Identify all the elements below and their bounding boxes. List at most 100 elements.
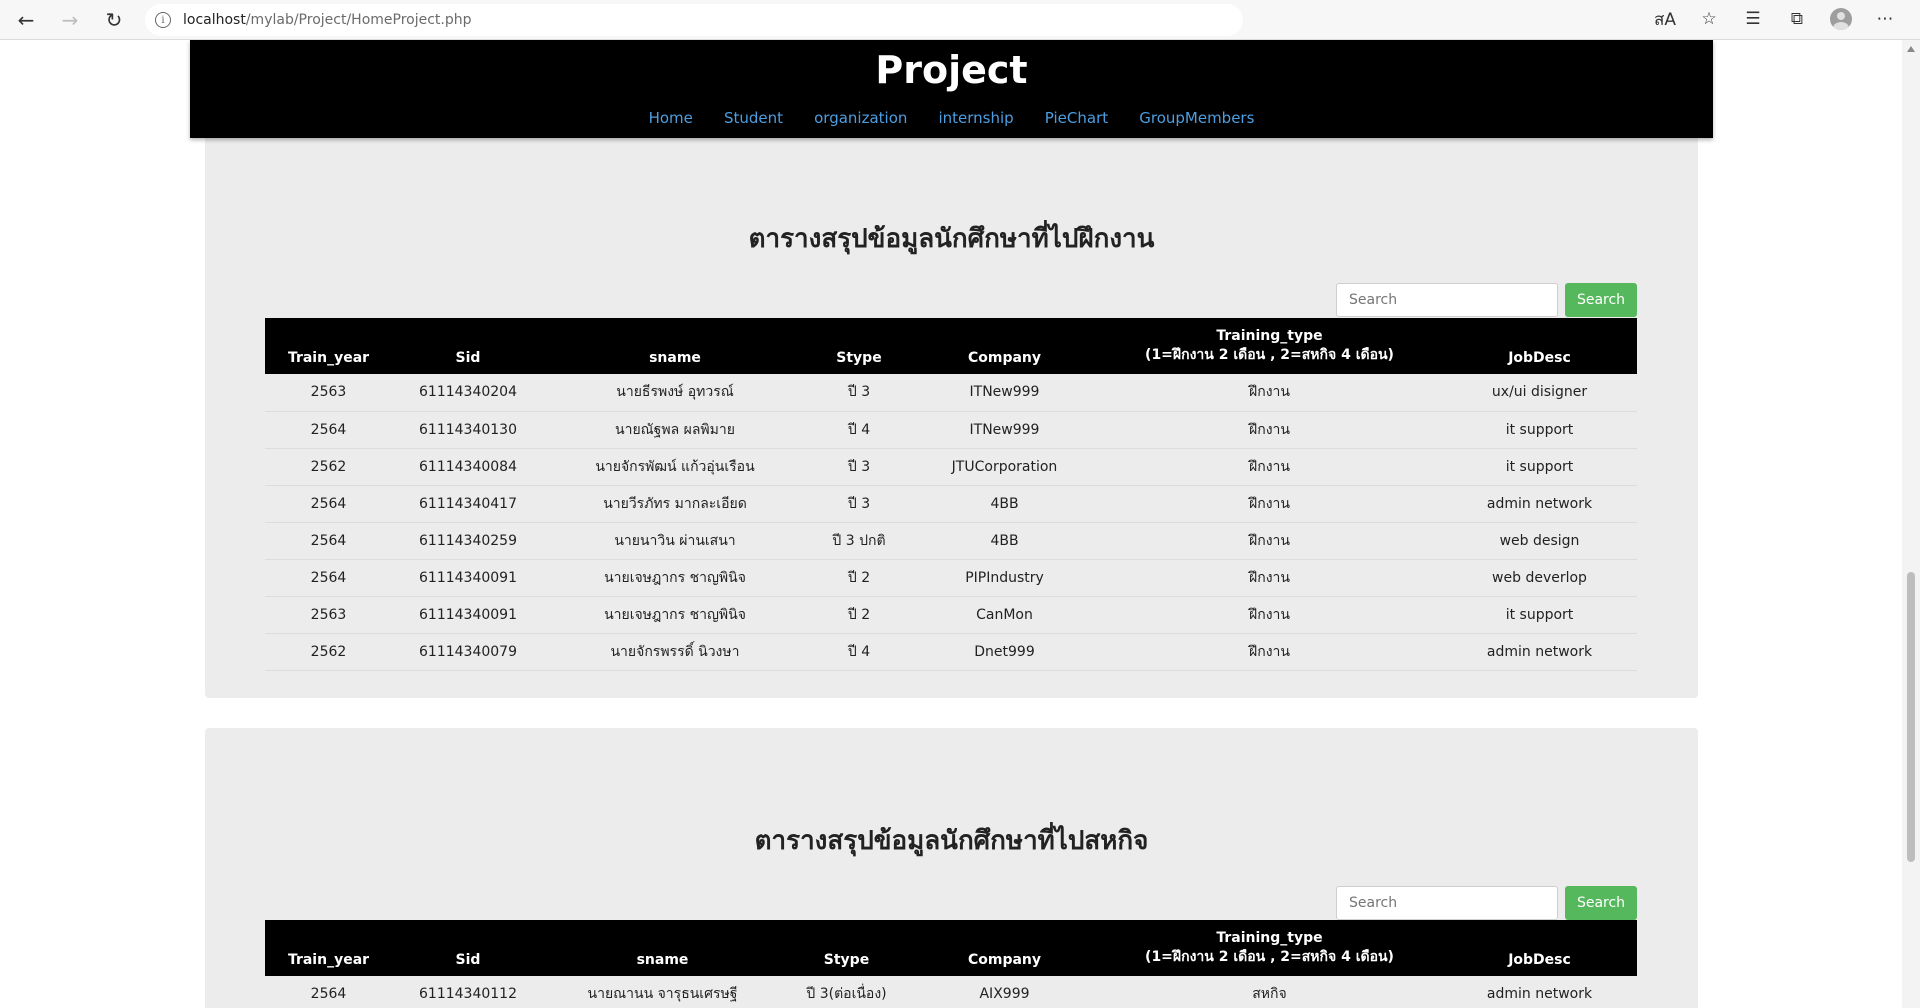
back-icon[interactable]: ← [8,2,44,38]
scroll-thumb[interactable] [1907,572,1915,862]
cell-training-type: ฝึกงาน [1097,633,1442,671]
table-row: 2562 61114340084 นายจักรพัฒน์ แก้วอุ่นเรือ… [265,448,1637,486]
cell-training-type: ฝึกงาน [1097,448,1442,486]
table-row: 2562 61114340079 นายจักรพรรดิ์ นิวงษา ปี 4D… [265,633,1637,671]
internship-search-button[interactable]: Search [1565,283,1637,317]
scroll-up-icon[interactable] [1907,46,1915,52]
col-train-year: Train_year [287,952,370,968]
url-path: /mylab/Project/HomeProject.php [245,12,472,28]
favorites-icon[interactable]: ☰ [1738,4,1768,34]
cell-jobdesc: it support [1442,411,1637,449]
cell-training-type: ฝึกงาน [1097,522,1442,560]
col-training-type: Training_type (1=ฝึกงาน 2 เดือน , 2=สหกิจ… [1097,318,1442,374]
cell-jobdesc: ux/ui disigner [1442,374,1637,412]
coop-search-input[interactable] [1336,886,1558,920]
col-training-type-note: (1=ฝึกงาน 2 เดือน , 2=สหกิจ 4 เดือน) [1145,949,1394,965]
url-text[interactable]: localhost/mylab/Project/HomeProject.php [183,12,472,28]
cell-jobdesc: it support [1442,448,1637,486]
cell-sname: นายจักรพัฒน์ แก้วอุ่นเรือน [544,448,806,486]
nav-piechart[interactable]: PieChart [1045,109,1108,127]
cell-sid: 61114340112 [392,976,544,1008]
cell-stype: ปี 4 [806,411,912,449]
table-row: 2564 61114340091 นายเจษฎากร ชาญพินิจ ปี 2 PI… [265,559,1637,597]
avatar [1830,8,1852,30]
cell-train-year: 2564 [265,522,392,560]
cell-sname: นายเจษฎากร ชาญพินิจ [544,596,806,634]
col-sid: Sid [455,952,481,968]
add-favorite-icon[interactable]: ☆ [1694,4,1724,34]
cell-company: 4BB [912,485,1097,523]
col-company: Company [967,952,1042,968]
cell-jobdesc: web design [1442,522,1637,560]
coop-table: Train_year Sid sname Stype Company Train… [265,920,1637,1008]
cell-sid: 61114340259 [392,522,544,560]
cell-jobdesc: it support [1442,596,1637,634]
col-jobdesc: JobDesc [1508,952,1571,968]
cell-train-year: 2562 [265,448,392,486]
table-row: 2564 61114340112 นายณานน จารุธนเศรษฐี ปี 3(… [265,976,1637,1008]
cell-training-type: ฝึกงาน [1097,559,1442,597]
table-row: 2564 61114340417 นายวีรภัทร มากละเอียด ปี 3… [265,485,1637,523]
more-options-icon[interactable]: ⋯ [1870,4,1900,34]
page-scrollbar[interactable] [1902,40,1920,1008]
cell-training-type: ฝึกงาน [1097,596,1442,634]
cell-jobdesc: admin network [1442,976,1637,1008]
nav-groupmembers[interactable]: GroupMembers [1139,109,1254,127]
col-sname: sname [649,350,701,366]
profile-icon[interactable] [1826,4,1856,34]
cell-stype: ปี 3 [806,374,912,412]
col-train-year: Train_year [287,350,370,366]
internship-table: Train_year Sid sname Stype Company Train… [265,318,1637,671]
col-stype: Stype [836,350,882,366]
cell-train-year: 2564 [265,411,392,449]
cell-sname: นายเจษฎากร ชาญพินิจ [544,559,806,597]
cell-sid: 61114340079 [392,633,544,671]
cell-sid: 61114340091 [392,596,544,634]
col-company: Company [967,350,1042,366]
site-info-icon[interactable]: i [155,12,171,28]
internship-title: ตารางสรุปข้อมูลนักศึกษาที่ไปฝึกงาน [748,224,1155,254]
col-stype: Stype [823,952,870,968]
nav-student[interactable]: Student [724,109,783,127]
address-bar[interactable]: i localhost/mylab/Project/HomeProject.ph… [145,4,1243,36]
cell-company: PIPIndustry [912,559,1097,597]
table-header-row: Train_year Sid sname Stype Company Train… [265,920,1637,976]
cell-sid: 61114340417 [392,485,544,523]
cell-company: AIX999 [912,976,1097,1008]
cell-company: 4BB [912,522,1097,560]
cell-stype: ปี 3 [806,448,912,486]
col-training-type: Training_type (1=ฝึกงาน 2 เดือน , 2=สหกิจ… [1097,920,1442,976]
coop-table-body: 2564 61114340112 นายณานน จารุธนเศรษฐี ปี 3(… [265,976,1637,1008]
cell-train-year: 2564 [265,559,392,597]
cell-sid: 61114340091 [392,559,544,597]
table-row: 2564 61114340259 นายนาวิน ผ่านเสนา ปี 3 ปกต… [265,522,1637,560]
site-header: Project Home Student organization intern… [190,40,1713,138]
coop-panel: ตารางสรุปข้อมูลนักศึกษาที่ไปสหกิจ Search… [205,728,1698,1008]
nav-home[interactable]: Home [649,109,693,127]
coop-search-button[interactable]: Search [1565,886,1637,920]
nav-internship[interactable]: internship [938,109,1013,127]
cell-jobdesc: admin network [1442,485,1637,523]
coop-title: ตารางสรุปข้อมูลนักศึกษาที่ไปสหกิจ [754,826,1149,856]
cell-train-year: 2564 [265,485,392,523]
cell-sname: นายณานน จารุธนเศรษฐี [544,976,781,1008]
collections-icon[interactable]: ⧉ [1782,4,1812,34]
translate-icon[interactable]: สA [1650,4,1680,34]
cell-sname: นายณัฐพล ผลพิมาย [544,411,806,449]
col-training-type-note: (1=ฝึกงาน 2 เดือน , 2=สหกิจ 4 เดือน) [1145,347,1394,363]
cell-train-year: 2563 [265,596,392,634]
cell-training-type: ฝึกงาน [1097,374,1442,412]
internship-panel: ตารางสรุปข้อมูลนักศึกษาที่ไปฝึกงาน Searc… [205,100,1698,698]
refresh-icon[interactable]: ↻ [96,2,132,38]
cell-training-type: ฝึกงาน [1097,485,1442,523]
cell-company: JTUCorporation [912,448,1097,486]
cell-sid: 61114340084 [392,448,544,486]
nav-organization[interactable]: organization [814,109,907,127]
page-viewport: Project Home Student organization intern… [0,40,1902,1008]
table-row: 2563 61114340091 นายเจษฎากร ชาญพินิจ ปี 2 Ca… [265,596,1637,634]
cell-sid: 61114340204 [392,374,544,412]
internship-search-input[interactable] [1336,283,1558,317]
cell-stype: ปี 3 ปกติ [806,522,912,560]
forward-icon[interactable]: → [52,2,88,38]
cell-sid: 61114340130 [392,411,544,449]
